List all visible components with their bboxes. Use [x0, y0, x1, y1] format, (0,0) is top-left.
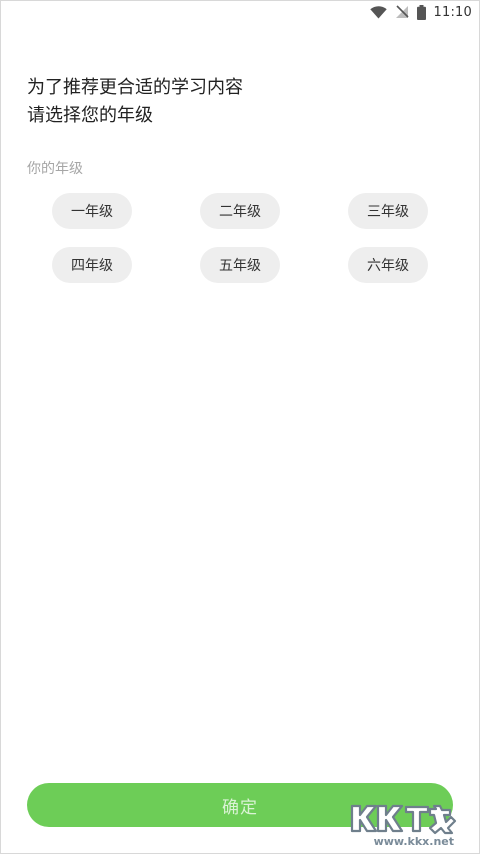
wifi-icon — [369, 5, 387, 19]
signal-off-icon — [395, 5, 409, 19]
grade-option-4[interactable]: 四年级 — [52, 247, 132, 283]
status-time: 11:10 — [433, 4, 472, 20]
grade-option-6[interactable]: 六年级 — [348, 247, 428, 283]
status-bar: 11:10 — [369, 0, 480, 24]
grade-option-3[interactable]: 三年级 — [348, 193, 428, 229]
grade-option-5[interactable]: 五年级 — [200, 247, 280, 283]
grade-option-1[interactable]: 一年级 — [52, 193, 132, 229]
grade-options: 一年级 二年级 三年级 四年级 五年级 六年级 — [52, 193, 428, 283]
watermark-url: www.kkx.net — [373, 835, 454, 848]
grade-section-label: 你的年级 — [27, 161, 83, 177]
heading-line-2: 请选择您的年级 — [27, 105, 153, 126]
kkx-watermark: www.kkx.net — [348, 800, 458, 848]
grade-option-2[interactable]: 二年级 — [200, 193, 280, 229]
battery-icon — [416, 4, 426, 20]
kkx-logo — [350, 804, 457, 835]
page-heading: 为了推荐更合适的学习内容 请选择您的年级 — [27, 74, 243, 130]
heading-line-1: 为了推荐更合适的学习内容 — [27, 77, 243, 98]
